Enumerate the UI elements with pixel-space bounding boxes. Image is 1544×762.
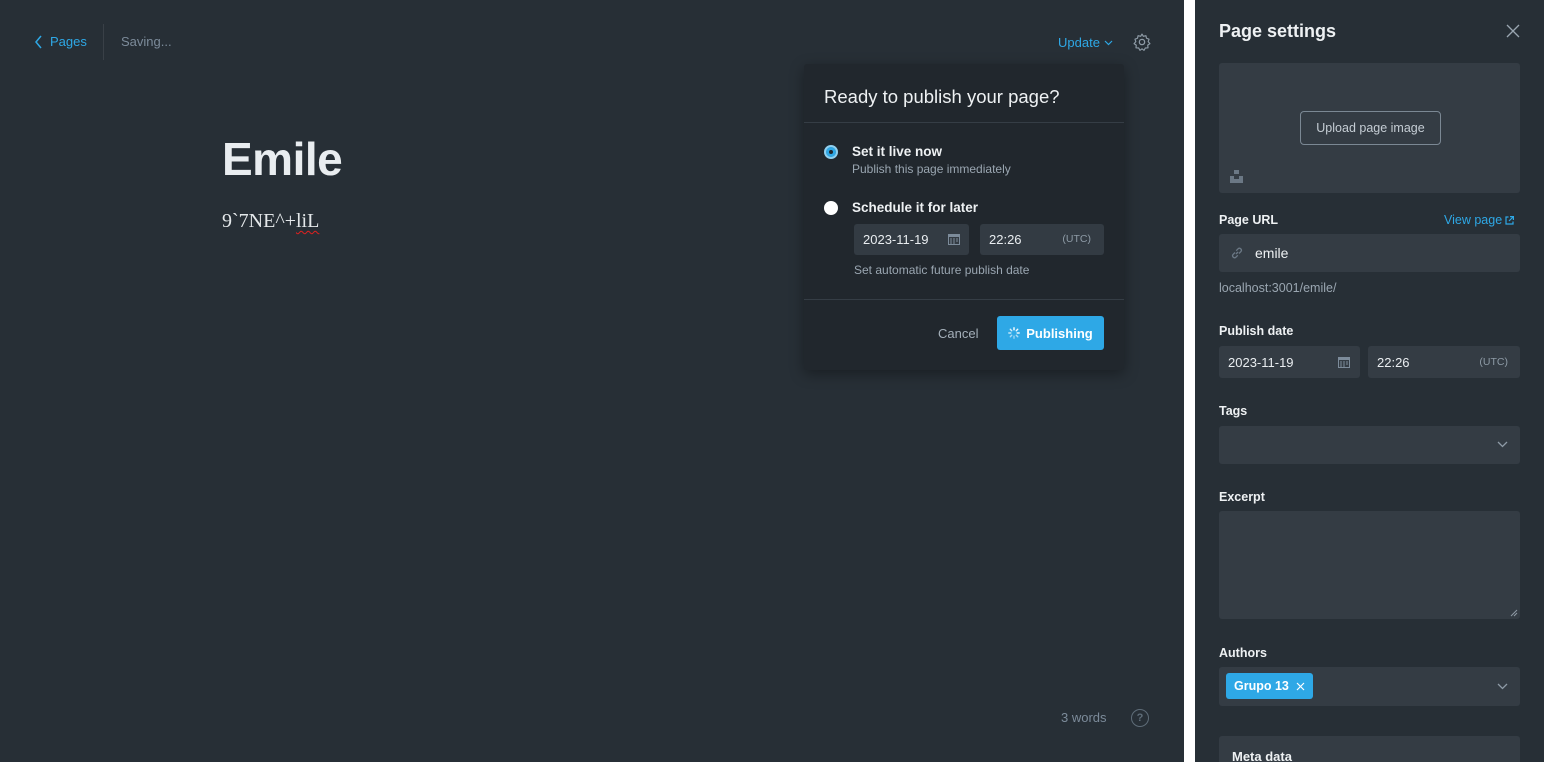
view-page-label: View page [1444,213,1503,227]
external-link-icon [1505,215,1515,225]
page-settings-panel: Page settings Upload page image Page URL… [1195,0,1544,762]
calendar-icon[interactable] [1338,356,1350,368]
editor-area: Pages Saving... Update Emile 9`7NE^+liL … [0,0,1184,762]
option-set-live-now[interactable]: Set it live now Publish this page immedi… [824,144,1011,176]
page-image-dropzone[interactable]: Upload page image [1219,63,1520,193]
publish-date-input[interactable]: 2023-11-19 [1219,346,1360,378]
option-title: Set it live now [852,144,943,159]
chevron-down-icon [1497,683,1508,690]
save-status: Saving... [121,34,172,49]
page-body-text[interactable]: 9`7NE^+liL [222,210,319,233]
schedule-date-input[interactable]: 2023-11-19 [854,224,969,255]
gear-icon[interactable] [1132,32,1152,52]
meta-data-label: Meta data [1232,749,1292,762]
radio-set-live-now[interactable] [824,145,838,159]
option-title: Schedule it for later [852,200,979,215]
meta-data-section[interactable]: Meta data [1219,736,1520,762]
settings-title: Page settings [1219,21,1337,41]
publish-popover: Ready to publish your page? Set it live … [804,64,1124,370]
tags-label: Tags [1219,404,1248,418]
publish-time-value: 22:26 [1377,355,1410,370]
page-url-input[interactable]: emile [1219,234,1520,272]
update-label: Update [1058,35,1100,50]
popover-heading: Ready to publish your page? [804,64,1124,123]
publish-button[interactable]: Publishing [997,316,1104,350]
word-count: 3 words [1061,710,1107,725]
upload-page-image-button[interactable]: Upload page image [1300,111,1441,145]
author-name: Grupo 13 [1234,679,1289,693]
publish-date-label: Publish date [1219,324,1294,338]
body-text-misspelled: liL [295,210,320,232]
popover-divider [804,299,1124,300]
header-divider [103,24,104,60]
unsplash-icon[interactable] [1230,170,1243,183]
page-title[interactable]: Emile [222,132,343,186]
schedule-time-input[interactable]: 22:26 (UTC) [980,224,1104,255]
option-schedule-later[interactable]: Schedule it for later [824,200,978,215]
panel-divider-strip [1184,0,1195,762]
update-button[interactable]: Update [1058,35,1113,50]
remove-author-icon[interactable] [1296,682,1305,691]
page-url-value: emile [1255,245,1289,261]
body-text-plain: 9`7NE^+ [222,210,296,232]
close-icon[interactable] [1506,24,1520,38]
back-link-label: Pages [50,34,87,49]
timezone-label: (UTC) [1479,356,1508,368]
timezone-label: (UTC) [1062,233,1091,245]
option-subtitle: Publish this page immediately [852,162,1011,176]
back-to-pages-link[interactable]: Pages [34,34,87,49]
page-url-label: Page URL [1219,213,1279,227]
tags-select[interactable] [1219,426,1520,464]
excerpt-textarea[interactable] [1219,511,1520,619]
view-page-link[interactable]: View page [1444,213,1515,227]
radio-schedule-later[interactable] [824,201,838,215]
author-chip[interactable]: Grupo 13 [1226,673,1313,699]
help-icon[interactable]: ? [1131,709,1149,727]
chevron-down-icon [1497,441,1508,448]
excerpt-label: Excerpt [1219,490,1265,504]
schedule-time-value: 22:26 [989,232,1022,247]
chevron-down-icon [1104,40,1113,45]
schedule-date-value: 2023-11-19 [863,232,929,247]
chevron-left-icon [35,35,42,48]
link-icon [1231,247,1243,259]
page-url-preview: localhost:3001/emile/ [1219,281,1337,295]
publish-button-label: Publishing [1026,325,1093,341]
resize-handle-icon[interactable] [1510,609,1518,617]
schedule-hint: Set automatic future publish date [854,263,1030,277]
calendar-icon[interactable] [948,233,960,245]
publish-date-value: 2023-11-19 [1228,355,1294,370]
cancel-button[interactable]: Cancel [938,326,978,341]
authors-label: Authors [1219,646,1267,660]
spinner-icon [1008,327,1021,339]
authors-select[interactable]: Grupo 13 [1219,667,1520,706]
publish-time-input[interactable]: 22:26 (UTC) [1368,346,1520,378]
